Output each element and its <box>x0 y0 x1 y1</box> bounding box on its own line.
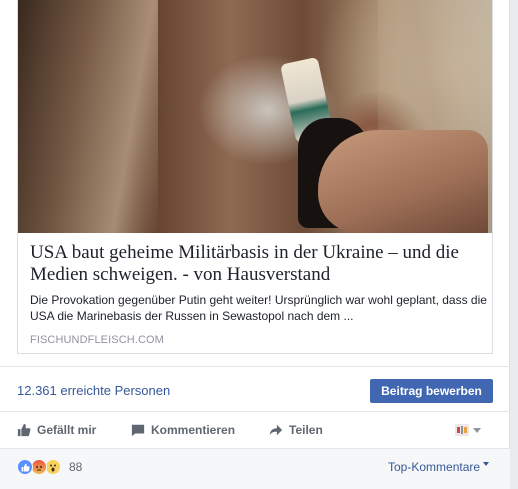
page-avatar-icon <box>455 424 469 436</box>
like-label: Gefällt mir <box>37 423 97 437</box>
reaction-count[interactable]: 88 <box>69 460 82 474</box>
page-voice-selector[interactable] <box>455 424 481 436</box>
image-hair-left <box>18 0 158 233</box>
link-preview[interactable]: USA baut geheime Militärbasis in der Ukr… <box>17 0 493 354</box>
image-hand <box>318 130 488 233</box>
preview-domain: FISCHUNDFLEISCH.COM <box>30 334 164 346</box>
speech-bubble-icon <box>131 424 145 437</box>
preview-title[interactable]: USA baut geheime Militärbasis in der Ukr… <box>30 242 490 286</box>
like-button[interactable]: Gefällt mir <box>17 421 96 439</box>
preview-description: Die Provokation gegenüber Putin geht wei… <box>30 293 487 323</box>
preview-text: USA baut geheime Militärbasis in der Ukr… <box>30 242 490 347</box>
angry-reaction-icon <box>31 459 47 475</box>
reactions-row: 88 Top-Kommentare <box>0 448 510 489</box>
comments-filter-dropdown[interactable]: Top-Kommentare <box>388 460 490 474</box>
reach-link[interactable]: 12.361 erreichte Personen <box>17 383 170 398</box>
preview-image[interactable] <box>18 0 492 233</box>
comments-filter-label: Top-Kommentare <box>388 460 481 474</box>
thumbs-up-icon <box>17 423 31 437</box>
action-bar: Gefällt mir Kommentieren Teilen <box>0 412 510 448</box>
chevron-down-icon <box>483 462 490 466</box>
chevron-down-icon <box>473 427 481 433</box>
share-arrow-icon <box>269 424 283 436</box>
share-button[interactable]: Teilen <box>269 421 323 439</box>
comment-label: Kommentieren <box>151 423 236 437</box>
insights-row: 12.361 erreichte Personen Beitrag bewerb… <box>0 366 510 412</box>
wow-reaction-icon <box>45 459 61 475</box>
share-label: Teilen <box>289 423 323 437</box>
reaction-icons[interactable] <box>17 459 69 475</box>
like-reaction-icon <box>17 459 33 475</box>
comment-button[interactable]: Kommentieren <box>131 421 235 439</box>
boost-post-button[interactable]: Beitrag bewerben <box>370 379 493 403</box>
post-card: USA baut geheime Militärbasis in der Ukr… <box>0 0 510 489</box>
